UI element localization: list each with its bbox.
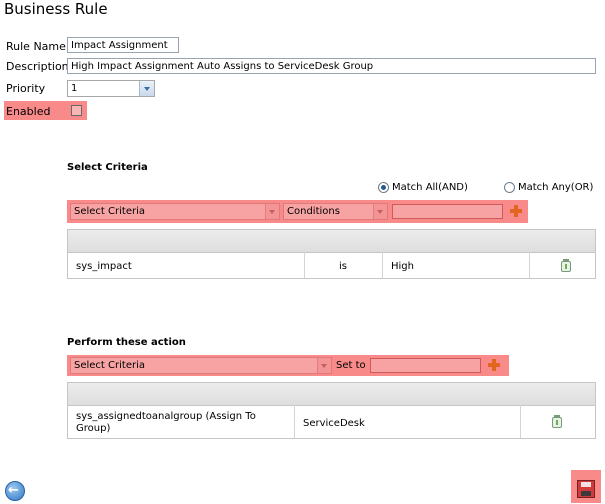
enabled-label: Enabled <box>6 105 51 118</box>
criteria-value-input[interactable] <box>392 204 503 219</box>
chevron-down-icon[interactable] <box>373 204 387 219</box>
match-all-label: Match All(AND) <box>392 182 468 193</box>
action-table: sys_assignedtoanalgroup (Assign To Group… <box>67 382 596 439</box>
criteria-row-operator: is <box>339 261 347 272</box>
action-row-value: ServiceDesk <box>303 418 365 429</box>
action-field-select[interactable]: Select Criteria <box>70 357 332 374</box>
select-criteria-title: Select Criteria <box>67 162 148 173</box>
add-action-plus-icon[interactable] <box>488 359 500 371</box>
add-criteria-plus-icon[interactable] <box>510 205 522 217</box>
chevron-down-icon[interactable] <box>317 358 331 373</box>
chevron-down-icon[interactable] <box>139 81 154 96</box>
criteria-table: sys_impact is High <box>67 229 596 279</box>
chevron-down-icon[interactable] <box>265 204 279 219</box>
action-row-field: sys_assignedtoanalgroup (Assign To Group… <box>76 411 256 434</box>
description-input[interactable] <box>67 58 596 74</box>
enabled-checkbox[interactable] <box>71 105 82 116</box>
match-all-radio[interactable] <box>378 182 389 193</box>
rule-name-input[interactable] <box>67 37 179 53</box>
match-any-label: Match Any(OR) <box>518 182 594 193</box>
delete-action-trash-icon[interactable] <box>552 415 562 428</box>
back-arrow-icon[interactable] <box>5 481 25 501</box>
description-label: Description <box>6 60 69 73</box>
criteria-condition-value: Conditions <box>287 206 340 217</box>
set-to-label: Set to <box>336 360 366 371</box>
match-any-radio[interactable] <box>504 182 515 193</box>
perform-action-title: Perform these action <box>67 337 186 348</box>
rule-name-label: Rule Name <box>6 40 66 53</box>
criteria-condition-select[interactable]: Conditions <box>283 203 388 220</box>
priority-select[interactable]: 1 <box>67 80 155 97</box>
action-table-header <box>68 383 595 406</box>
criteria-row-value: High <box>391 261 414 272</box>
action-value-input[interactable] <box>370 358 481 373</box>
criteria-row-field: sys_impact <box>76 261 132 272</box>
priority-value: 1 <box>71 83 78 94</box>
criteria-field-value: Select Criteria <box>74 206 145 217</box>
save-disk-icon <box>577 480 595 498</box>
delete-criteria-trash-icon[interactable] <box>561 259 571 272</box>
criteria-table-header <box>68 230 595 253</box>
priority-label: Priority <box>6 82 46 95</box>
action-field-value: Select Criteria <box>74 360 145 371</box>
criteria-field-select[interactable]: Select Criteria <box>70 203 280 220</box>
save-button[interactable] <box>571 470 601 503</box>
page-title: Business Rule <box>4 0 108 18</box>
